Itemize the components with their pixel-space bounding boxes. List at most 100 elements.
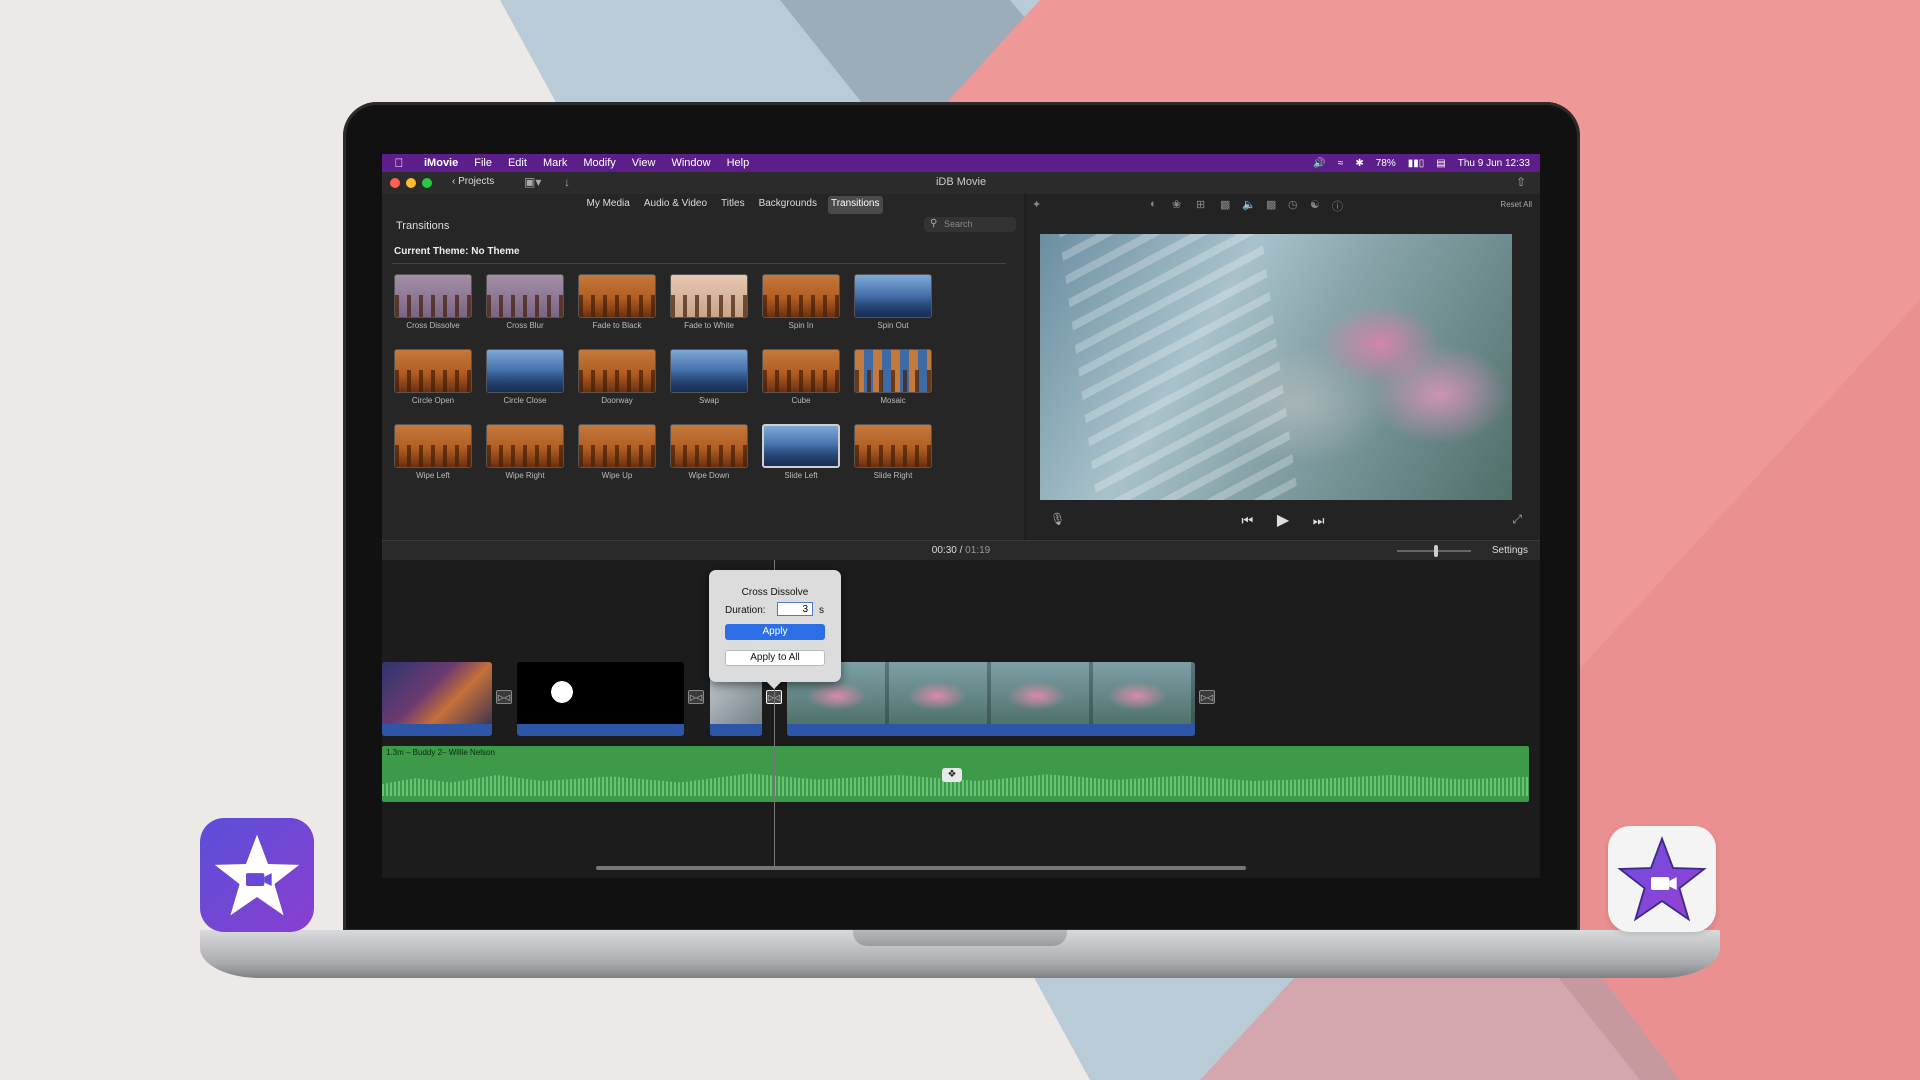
transition-label: Cube xyxy=(791,396,811,405)
transition-label: Wipe Left xyxy=(416,471,450,480)
screen:  iMovie File Edit Mark Modify View Wind… xyxy=(382,154,1540,878)
transition-marker[interactable]: ▷◁ xyxy=(496,690,512,704)
transition-thumbnail xyxy=(578,424,656,468)
skip-back-icon[interactable]: ⏮ xyxy=(1242,513,1254,529)
clip-audio-bar xyxy=(787,724,1195,736)
duration-field[interactable] xyxy=(777,602,813,616)
transition-slide-left[interactable]: Slide Left xyxy=(762,424,840,480)
info-icon[interactable]: ⓘ xyxy=(1332,198,1343,214)
duration-label: Duration: xyxy=(725,605,766,616)
imovie-star-icon xyxy=(1617,836,1707,922)
laptop-notch xyxy=(853,930,1067,946)
background-music-track[interactable]: 1.3m – Buddy 2– Willie Nelson ❖ xyxy=(382,746,1529,802)
tab-transitions[interactable]: Transitions xyxy=(827,196,883,214)
transition-wipe-left[interactable]: Wipe Left xyxy=(394,424,472,480)
play-icon[interactable]: ▶ xyxy=(1277,510,1289,530)
menu-app-name[interactable]: iMovie xyxy=(416,157,466,169)
menu-view[interactable]: View xyxy=(624,157,664,169)
clip-audio-bar xyxy=(382,724,492,736)
color-correction-icon[interactable]: ❀ xyxy=(1172,198,1181,211)
transition-mosaic[interactable]: Mosaic xyxy=(854,349,932,405)
transition-label: Wipe Right xyxy=(505,471,545,480)
horizontal-scrollbar[interactable] xyxy=(596,866,1246,870)
wifi-icon[interactable]: ≈ xyxy=(1338,158,1344,169)
video-clip[interactable] xyxy=(517,662,684,736)
clock[interactable]: Thu 9 Jun 12:33 xyxy=(1458,158,1530,169)
apply-to-all-button[interactable]: Apply to All xyxy=(725,650,825,666)
transition-label: Swap xyxy=(698,396,719,405)
window-titlebar: ‹ Projects ▣▾ ↓ iDB Movie ⇧ xyxy=(382,172,1540,195)
clip-filter-icon[interactable]: ☯ xyxy=(1310,198,1320,211)
transition-marker[interactable]: ▷◁ xyxy=(1199,690,1215,704)
color-balance-icon[interactable]: ◐ xyxy=(1150,198,1157,210)
skip-forward-icon[interactable]: ⏭ xyxy=(1313,513,1325,529)
menu-edit[interactable]: Edit xyxy=(500,157,535,169)
zoom-slider-handle[interactable] xyxy=(1434,545,1438,557)
search-placeholder: Search xyxy=(944,219,973,229)
clip-audio-bar xyxy=(517,724,684,736)
menu-mark[interactable]: Mark xyxy=(535,157,575,169)
apply-button[interactable]: Apply xyxy=(725,624,825,640)
transition-thumbnail xyxy=(486,424,564,468)
transition-marker[interactable]: ▷◁ xyxy=(688,690,704,704)
transition-swap[interactable]: Swap xyxy=(670,349,748,405)
transition-wipe-up[interactable]: Wipe Up xyxy=(578,424,656,480)
video-clip[interactable] xyxy=(382,662,492,736)
transition-spin-in[interactable]: Spin In xyxy=(762,274,840,330)
settings-button[interactable]: Settings xyxy=(1492,545,1528,556)
menu-file[interactable]: File xyxy=(466,157,500,169)
tab-my-media[interactable]: My Media xyxy=(583,196,632,214)
transition-thumbnail xyxy=(670,274,748,318)
transition-fade-to-white[interactable]: Fade to White xyxy=(670,274,748,330)
apple-icon[interactable]:  xyxy=(382,156,416,170)
transition-wipe-right[interactable]: Wipe Right xyxy=(486,424,564,480)
video-clip[interactable] xyxy=(787,662,1195,736)
reset-all-button[interactable]: Reset All xyxy=(1500,200,1532,209)
bluetooth-icon[interactable]: ✱ xyxy=(1355,158,1363,169)
transition-doorway[interactable]: Doorway xyxy=(578,349,656,405)
transition-circle-close[interactable]: Circle Close xyxy=(486,349,564,405)
imovie-app-icon-right xyxy=(1608,826,1716,932)
timeline-header: 00:30 / 01:19 Settings xyxy=(382,540,1540,561)
transition-cross-dissolve[interactable]: Cross Dissolve xyxy=(394,274,472,330)
tab-backgrounds[interactable]: Backgrounds xyxy=(756,196,820,214)
current-time: 00:30 xyxy=(931,545,957,556)
menu-help[interactable]: Help xyxy=(719,157,758,169)
transition-label: Circle Open xyxy=(411,396,455,405)
timecode: 00:30 / 01:19 xyxy=(382,545,1540,556)
control-center-icon[interactable]: ▤ xyxy=(1436,158,1445,169)
transition-slide-right[interactable]: Slide Right xyxy=(854,424,932,480)
search-input[interactable]: ⚲ Search xyxy=(924,217,1016,232)
transition-fade-to-black[interactable]: Fade to Black xyxy=(578,274,656,330)
transition-thumbnail xyxy=(578,274,656,318)
transition-cross-blur[interactable]: Cross Blur xyxy=(486,274,564,330)
transition-spin-out[interactable]: Spin Out xyxy=(854,274,932,330)
transition-label: Spin In xyxy=(788,321,814,330)
transition-wipe-down[interactable]: Wipe Down xyxy=(670,424,748,480)
tab-titles[interactable]: Titles xyxy=(718,196,748,214)
share-icon[interactable]: ⇧ xyxy=(1516,175,1526,189)
equalizer-icon[interactable]: ▩ xyxy=(1266,198,1276,211)
transition-cube[interactable]: Cube xyxy=(762,349,840,405)
transition-thumbnail xyxy=(578,349,656,393)
volume-icon[interactable]: 🔊 xyxy=(1313,158,1325,169)
transition-label: Fade to White xyxy=(684,321,734,330)
browser-panel: My Media Audio & Video Titles Background… xyxy=(382,194,1024,540)
magic-wand-icon[interactable]: ✦ xyxy=(1032,198,1041,211)
tab-audio-video[interactable]: Audio & Video xyxy=(641,196,710,214)
transition-duration-popover: Cross Dissolve Duration: s Apply Apply t… xyxy=(709,570,841,689)
speed-icon[interactable]: ◷ xyxy=(1288,198,1298,211)
transition-label: Mosaic xyxy=(880,396,906,405)
menu-window[interactable]: Window xyxy=(663,157,718,169)
stabilization-icon[interactable]: ▩ xyxy=(1220,198,1230,211)
crop-icon[interactable]: ⊞ xyxy=(1196,198,1205,211)
audio-track-label: 1.3m – Buddy 2– Willie Nelson xyxy=(386,748,495,757)
transition-circle-open[interactable]: Circle Open xyxy=(394,349,472,405)
fullscreen-icon[interactable]: ⤢ xyxy=(1512,512,1522,527)
battery-icon[interactable]: ▮▮▯ xyxy=(1408,158,1425,169)
transition-label: Doorway xyxy=(601,396,633,405)
menu-bar:  iMovie File Edit Mark Modify View Wind… xyxy=(382,154,1540,172)
turtle-icon[interactable]: ❖ xyxy=(942,768,962,782)
volume-adjust-icon[interactable]: 🔈 xyxy=(1242,198,1256,211)
menu-modify[interactable]: Modify xyxy=(575,157,623,169)
